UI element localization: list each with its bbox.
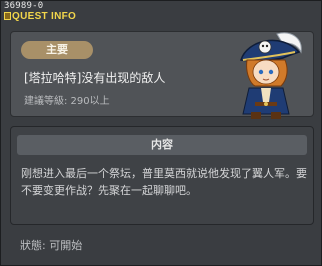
content-section-header: 内容: [17, 135, 307, 155]
quest-book-icon: [4, 12, 11, 20]
quest-header-panel: 主要 [塔拉哈特]没有出现的敌人 建議等級: 290以上: [10, 31, 314, 119]
quest-type-tag: 主要: [21, 41, 93, 59]
title-bar[interactable]: 36989-0 QUEST INFO: [1, 1, 321, 23]
quest-info-window: 36989-0 QUEST INFO 主要 [塔拉哈特]没有出现的敌人 建議等級…: [0, 0, 322, 266]
quest-id: 36989-0: [4, 1, 44, 11]
quest-name: [塔拉哈特]没有出现的敌人: [24, 71, 166, 85]
npc-portrait-icon: [240, 32, 302, 119]
window-title: QUEST INFO: [12, 11, 77, 22]
quest-description: 刚想进入最后一个祭坛，普里莫西就说他发现了翼人军。要不要变更作战？先聚在一起聊聊…: [21, 167, 307, 197]
recommended-level: 建議等級: 290以上: [24, 96, 110, 107]
content-panel: 内容 刚想进入最后一个祭坛，普里莫西就说他发现了翼人军。要不要变更作战？先聚在一…: [10, 126, 314, 225]
quest-status: 狀態: 可開始: [20, 239, 83, 252]
